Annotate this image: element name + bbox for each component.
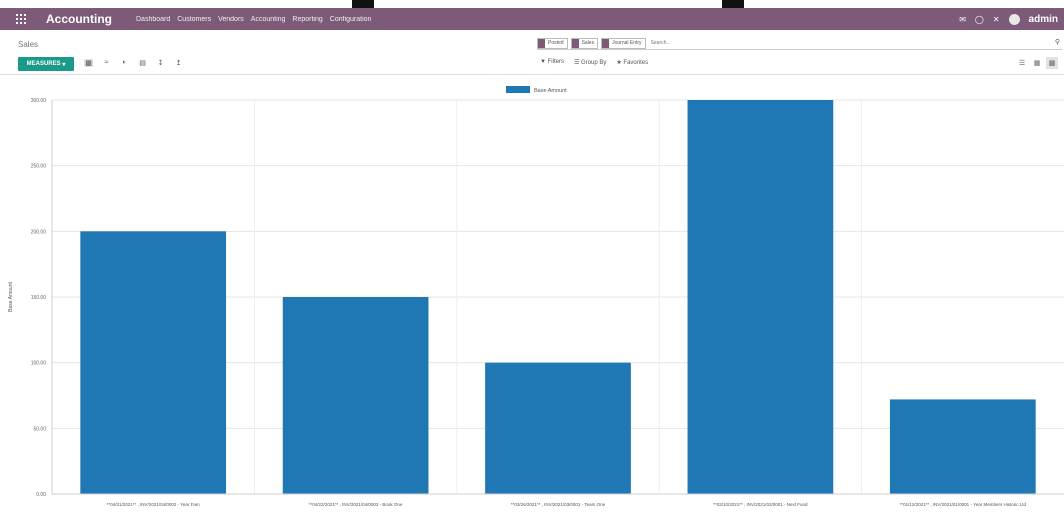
menu-configuration[interactable]: Configuration — [330, 16, 372, 23]
favorites-button[interactable]: ★ Favorites — [616, 59, 648, 66]
facet-label: Journal Entry — [612, 40, 642, 46]
y-tick-label: 300.00 — [31, 98, 47, 104]
facet-label: Posted — [548, 40, 564, 46]
search-facet[interactable]: Journal Entry — [601, 37, 646, 49]
sort-asc-icon[interactable]: ↥ — [174, 59, 183, 67]
groupby-label: Group By — [581, 60, 607, 66]
menu-customers[interactable]: Customers — [177, 16, 211, 23]
list-view-icon[interactable]: ☰ — [1016, 57, 1028, 69]
menu-accounting[interactable]: Accounting — [251, 16, 286, 23]
bar-chart: 0.00 50.00 100.00 150.00 200.00 250.00 300.00 *… — [8, 86, 1064, 507]
sort-desc-icon[interactable]: ↧ — [156, 59, 165, 67]
view-switcher: ☰ ▦ ▩ — [1016, 57, 1058, 69]
menu-dashboard[interactable]: Dashboard — [136, 16, 170, 23]
control-panel: Sales Posted Sales Journal Entry ⚲ MEASU… — [0, 30, 1064, 75]
app-brand[interactable]: Accounting — [46, 12, 112, 26]
menu-reporting[interactable]: Reporting — [292, 16, 322, 23]
top-strip-block — [352, 0, 374, 8]
top-strip-block — [722, 0, 744, 8]
x-tick-label: **03/26/2021** , INV/2021/03/0001 - Team… — [511, 502, 606, 507]
top-strip — [0, 0, 1064, 8]
y-axis-title: Base Amount — [8, 282, 14, 312]
search-facet[interactable]: Posted — [537, 37, 568, 49]
filter-icon — [571, 38, 579, 48]
search-icon[interactable]: ⚲ — [1055, 38, 1060, 46]
legend-label: Base Amount — [534, 88, 567, 94]
graph-view-icon[interactable]: ▩ — [1046, 57, 1058, 69]
apps-grid-icon[interactable] — [16, 14, 26, 24]
y-tick-label: 250.00 — [31, 164, 47, 170]
bar — [687, 100, 834, 494]
groupby-button[interactable]: ☰ Group By — [574, 59, 606, 66]
y-tick-label: 0.00 — [36, 492, 46, 498]
search-facet[interactable]: Sales — [570, 37, 599, 49]
bar — [485, 362, 631, 494]
facet-label: Sales — [581, 40, 595, 46]
bar — [80, 231, 227, 495]
bar-chart-icon[interactable]: ▩ — [84, 59, 93, 67]
navbar-systray: ✉ ◯ ✕ admin — [959, 13, 1058, 25]
search-input[interactable] — [650, 40, 851, 46]
chart-toolbar: ▩ ≈ ◐ ▤ ↧ ↥ — [84, 59, 183, 67]
search-bar: Posted Sales Journal Entry ⚲ — [537, 37, 1062, 50]
graph-area: 0.00 50.00 100.00 150.00 200.00 250.00 300.00 *… — [0, 74, 1064, 508]
search-options: ▼ Filters ☰ Group By ★ Favorites — [540, 59, 648, 66]
favorites-label: Favorites — [623, 60, 649, 66]
avatar[interactable] — [1008, 13, 1020, 25]
x-tick-label: **04/21/2021** , INV/2021/04/0002 - Year… — [107, 502, 200, 507]
line-chart-icon[interactable]: ≈ — [102, 59, 111, 67]
filter-icon — [602, 38, 610, 48]
y-tick-label: 150.00 — [31, 295, 47, 301]
x-tick-label: **02/10/2021** , INV/2021/02/0001 - Next… — [713, 502, 808, 507]
chat-icon[interactable]: ✉ — [959, 15, 966, 24]
breadcrumb[interactable]: Sales — [18, 40, 38, 49]
filters-button[interactable]: ▼ Filters — [540, 59, 564, 66]
close-icon[interactable]: ✕ — [993, 15, 1000, 24]
stacked-icon[interactable]: ▤ — [138, 59, 147, 67]
user-name[interactable]: admin — [1029, 14, 1058, 25]
bar — [282, 297, 429, 494]
pie-chart-icon[interactable]: ◐ — [120, 59, 129, 67]
filters-label: Filters — [547, 59, 564, 65]
main-navbar: Accounting Dashboard Customers Vendors A… — [0, 8, 1064, 30]
y-tick-label: 100.00 — [31, 361, 47, 367]
y-tick-label: 200.00 — [31, 229, 47, 235]
measures-button[interactable]: MEASURES ▾ — [18, 57, 74, 71]
legend-swatch — [506, 86, 530, 93]
filter-icon — [538, 38, 545, 48]
bar — [889, 399, 1036, 494]
clock-icon[interactable]: ◯ — [975, 15, 984, 24]
y-tick-label: 50.00 — [33, 426, 46, 432]
x-tick-label: **01/12/2021** , INV/2021/01/0001 - Year… — [900, 502, 1027, 507]
measures-label: MEASURES — [26, 61, 61, 67]
pivot-view-icon[interactable]: ▦ — [1031, 57, 1043, 69]
x-tick-label: **04/22/2021** , INV/2021/04/0003 - Book… — [309, 502, 403, 507]
menu-vendors[interactable]: Vendors — [218, 16, 244, 23]
